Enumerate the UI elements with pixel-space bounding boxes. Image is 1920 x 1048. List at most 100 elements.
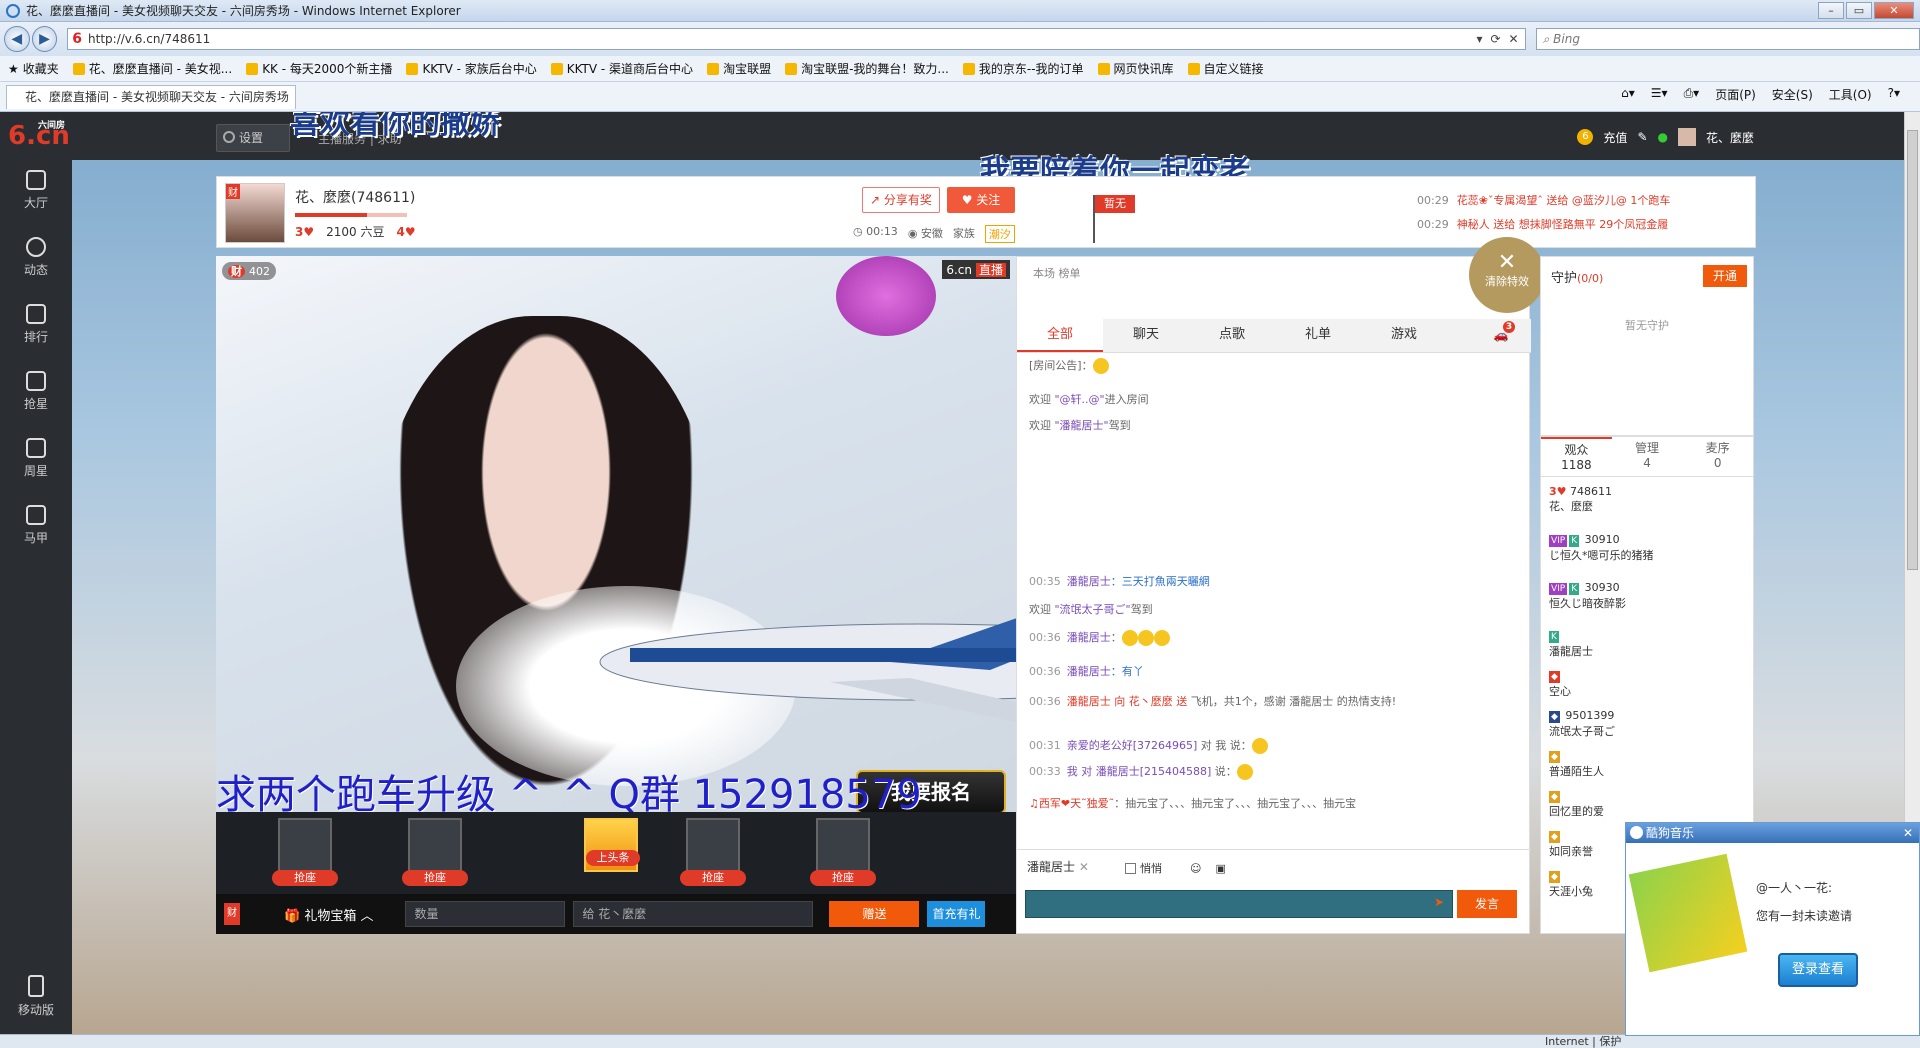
sidenav-hall[interactable]: 大厅 — [0, 160, 72, 227]
scrollbar-thumb[interactable] — [1907, 130, 1918, 570]
gift-ticker-item: 00:29 花蕊❀ˇ专属渴望ˆ 送给 @蓝汐儿@ 1个跑车 — [1417, 194, 1671, 207]
settings-button[interactable]: 设置 — [216, 124, 290, 152]
tab-viewers[interactable]: 观众 1188 — [1541, 437, 1612, 476]
fav-link-2[interactable]: KKTV - 家族后台中心 — [406, 60, 537, 77]
star-icon — [26, 371, 46, 391]
seat-slot[interactable]: 抢座 — [402, 818, 468, 886]
seat-slot[interactable]: 抢座 — [272, 818, 338, 886]
seat-slot[interactable]: 抢座 — [680, 818, 746, 886]
list-item[interactable]: K 潘龍居士 — [1549, 629, 1593, 659]
list-item[interactable]: ◆ 天涯小兔 — [1549, 869, 1593, 899]
sidenav-feed[interactable]: 动态 — [0, 227, 72, 294]
print-icon[interactable]: ⎙▾ — [1684, 86, 1700, 103]
anchor-avatar[interactable]: 财 — [225, 183, 285, 243]
search-box[interactable]: ⌕ Bing — [1535, 28, 1920, 50]
user-avatar[interactable] — [1677, 128, 1696, 146]
first-charge-button[interactable]: 首充有礼 — [927, 901, 986, 927]
tab-chat[interactable]: 聊天 — [1103, 319, 1189, 352]
fav-link-6[interactable]: 我的京东--我的订单 — [962, 60, 1084, 77]
address-bar[interactable]: 6 http://v.6.cn/748611 ▾ ⟳ ✕ — [67, 28, 1526, 50]
gift-box-button[interactable]: 🎁 礼物宝箱 ︿ — [284, 905, 373, 924]
site-logo[interactable]: 6.cn 六间房 — [8, 118, 70, 154]
chat-message: 00:31 亲爱的老公好[37264965] 对 我 说： — [1029, 737, 1268, 754]
list-item[interactable]: ◆ 如同亲誉 — [1549, 829, 1593, 859]
fav-link-7[interactable]: 网页快讯库 — [1097, 60, 1174, 77]
gift-quantity-input[interactable]: 数量 — [405, 901, 566, 927]
tab-managers[interactable]: 管理 4 — [1612, 437, 1683, 476]
image-icon[interactable]: ▣ — [1215, 862, 1225, 875]
fav-link-3[interactable]: KKTV - 渠道商后台中心 — [550, 60, 693, 77]
heart-icon: ♥ — [961, 193, 977, 207]
fav-link-1[interactable]: KK - 每天2000个新主播 — [246, 60, 392, 77]
user-name[interactable]: 花、麼麼 — [1706, 129, 1754, 146]
clear-effects-button[interactable]: ✕ 清除特效 — [1469, 237, 1545, 313]
fav-link-4[interactable]: 淘宝联盟 — [707, 60, 771, 77]
seat-slot[interactable]: 抢座 — [810, 818, 876, 886]
share-button[interactable]: ↗ 分享有奖 — [862, 187, 940, 213]
recharge-link[interactable]: 充值 — [1603, 129, 1627, 146]
chat-tabs: 全部 聊天 点歌 礼单 游戏 🚗 3 — [1017, 319, 1531, 353]
tab-all[interactable]: 全部 — [1017, 319, 1103, 352]
live-time: ◷ 00:13 — [853, 225, 898, 238]
dropdown-icon[interactable]: ▾ — [1476, 32, 1482, 46]
browser-tab[interactable]: 花、麼麼直播间 - 美女视频聊天交友 - 六间房秀场 — [6, 85, 296, 109]
tab-mic-queue[interactable]: 麦序 0 — [1682, 437, 1753, 476]
list-item[interactable]: ◆ 回忆里的爱 — [1549, 789, 1604, 819]
send-arrow-icon[interactable]: ➤ — [1434, 895, 1444, 909]
fav-link-0[interactable]: 花、麼麼直播间 - 美女视... — [72, 60, 232, 77]
list-item[interactable]: VIP K 30910 じ恒久*嗯可乐的猪猪 — [1549, 533, 1654, 563]
sidenav-mobile[interactable]: 移动版 — [0, 975, 72, 1018]
help-icon[interactable]: ?▾ — [1888, 86, 1900, 103]
car-button[interactable]: 🚗 3 — [1471, 319, 1531, 352]
chat-input[interactable]: ➤ — [1025, 890, 1453, 918]
back-button[interactable]: ◀ — [4, 26, 30, 52]
maximize-button[interactable]: ▭ — [1846, 2, 1872, 19]
anchor-meta: ◷ 00:13 ◉ 安徽 家族 潮汐 — [853, 225, 1015, 243]
follow-button[interactable]: ♥ 关注 — [947, 187, 1015, 213]
fav-link-8[interactable]: 自定义链接 — [1187, 60, 1264, 77]
sidenav-weekly[interactable]: 周星 — [0, 428, 72, 495]
whisper-checkbox[interactable]: 悄悄 ☺ ▣ — [1125, 860, 1226, 876]
tab-gifts[interactable]: 礼单 — [1275, 319, 1361, 352]
live-watermark: 6.cn 直播 — [942, 260, 1010, 279]
edit-icon[interactable]: ✎ — [1637, 130, 1647, 144]
feeds-icon[interactable]: ☰▾ — [1651, 86, 1668, 103]
sidenav-rank[interactable]: 排行 — [0, 294, 72, 361]
stop-icon[interactable]: ✕ — [1509, 32, 1519, 46]
address-url: http://v.6.cn/748611 — [88, 32, 211, 46]
sidenav-vest[interactable]: 马甲 — [0, 495, 72, 562]
send-gift-button[interactable]: 赠送 — [829, 901, 920, 927]
minimize-button[interactable]: – — [1818, 2, 1844, 19]
list-item[interactable]: ◆ 空心 — [1549, 669, 1571, 699]
tab-games[interactable]: 游戏 — [1361, 319, 1447, 352]
tab-song[interactable]: 点歌 — [1189, 319, 1275, 352]
list-item[interactable]: VIP K 30930 恒久じ暗夜醉影 — [1549, 581, 1626, 611]
safety-menu[interactable]: 安全(S) — [1772, 86, 1813, 103]
headline-button[interactable]: 上头条 — [584, 818, 640, 872]
close-icon[interactable]: ✕ — [1903, 823, 1913, 843]
list-item[interactable]: ◆ 9501399 流氓太子哥ご — [1549, 709, 1615, 739]
refresh-icon[interactable]: ⟳ — [1490, 32, 1500, 46]
favorites-button[interactable]: ★ 收藏夹 — [8, 60, 59, 77]
fav-link-5[interactable]: 淘宝联盟-我的舞台！致力... — [785, 60, 949, 77]
open-guard-button[interactable]: 开通 — [1703, 265, 1747, 287]
chat-target-user[interactable]: 潘龍居士 ✕ — [1027, 858, 1089, 875]
gift-recipient-select[interactable]: 给 花丶麼麼 — [573, 901, 814, 927]
emoji-icon — [1153, 630, 1170, 646]
login-view-button[interactable]: 登录查看 — [1778, 953, 1858, 987]
list-item[interactable]: 3♥ 748611 花、麼麼 — [1549, 485, 1612, 514]
home-icon[interactable]: ⌂▾ — [1621, 86, 1635, 103]
list-item[interactable]: ◆ 普通陌生人 — [1549, 749, 1604, 779]
session-rank-button[interactable]: 本场 榜单 — [1033, 267, 1081, 281]
page-menu[interactable]: 页面(P) — [1715, 86, 1756, 103]
site-favicon-icon: 6 — [72, 31, 83, 47]
send-message-button[interactable]: 发言 — [1457, 890, 1517, 918]
sidenav-star[interactable]: 抢星 — [0, 361, 72, 428]
close-window-button[interactable]: ✕ — [1874, 2, 1914, 19]
favicon-icon — [1097, 62, 1110, 75]
tools-menu[interactable]: 工具(O) — [1829, 86, 1872, 103]
forward-button[interactable]: ▶ — [31, 26, 58, 52]
family-badge[interactable]: 潮汐 — [984, 225, 1015, 243]
emoji-picker-icon[interactable]: ☺ — [1190, 862, 1201, 875]
favicon-icon — [1187, 62, 1200, 75]
